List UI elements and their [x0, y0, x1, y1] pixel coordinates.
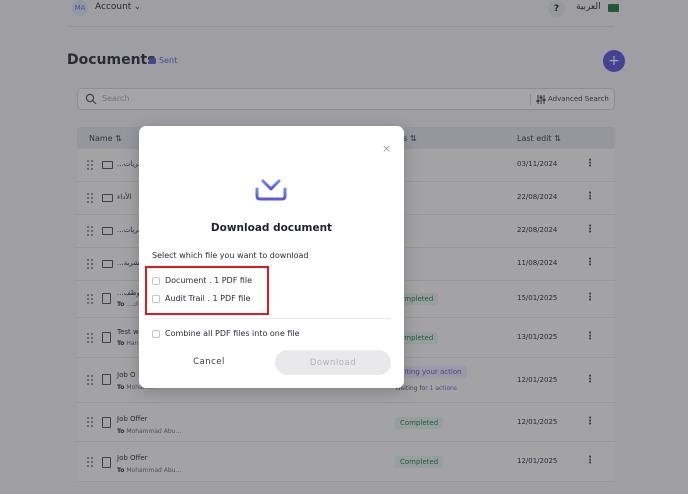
- modal-title: Download document: [210, 222, 333, 234]
- cancel-button[interactable]: Cancel: [173, 352, 245, 372]
- modal-subtitle: Select which file you want to download: [152, 251, 309, 260]
- close-icon[interactable]: ×: [382, 142, 391, 155]
- download-button[interactable]: Download: [275, 350, 391, 375]
- divider: [152, 318, 391, 319]
- combine-checkbox[interactable]: [152, 329, 160, 338]
- option-label: Combine all PDF files into one file: [165, 329, 300, 338]
- highlight-box: [145, 266, 269, 315]
- download-icon: [255, 169, 287, 201]
- option-combine[interactable]: Combine all PDF files into one file: [152, 329, 300, 338]
- download-dialog: × Download document Select which file yo…: [139, 126, 404, 388]
